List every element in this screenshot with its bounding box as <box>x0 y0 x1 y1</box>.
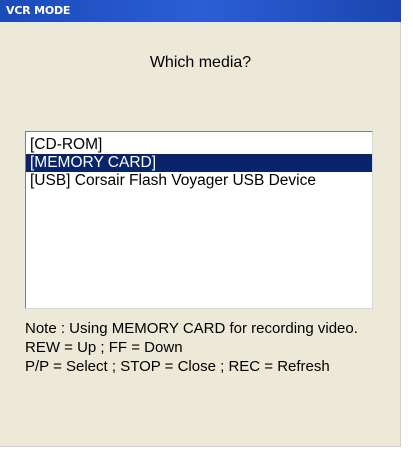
list-item-cd-rom[interactable]: [CD-ROM] <box>26 136 372 154</box>
window-title: VCR MODE <box>6 4 71 17</box>
list-item-usb[interactable]: [USB] Corsair Flash Voyager USB Device <box>26 172 372 190</box>
action-hint: P/P = Select ; STOP = Close ; REC = Refr… <box>25 358 330 375</box>
navigation-hint: REW = Up ; FF = Down <box>25 339 183 356</box>
list-item-memory-card[interactable]: [MEMORY CARD] <box>26 154 372 172</box>
media-listbox[interactable]: [CD-ROM] [MEMORY CARD] [USB] Corsair Fla… <box>25 131 373 309</box>
title-bar: VCR MODE <box>0 0 401 22</box>
vcr-mode-dialog: VCR MODE Which media? [CD-ROM] [MEMORY C… <box>0 0 401 447</box>
recording-note: Note : Using MEMORY CARD for recording v… <box>25 320 358 337</box>
media-prompt: Which media? <box>149 54 252 71</box>
help-text: Note : Using MEMORY CARD for recording v… <box>25 319 395 376</box>
